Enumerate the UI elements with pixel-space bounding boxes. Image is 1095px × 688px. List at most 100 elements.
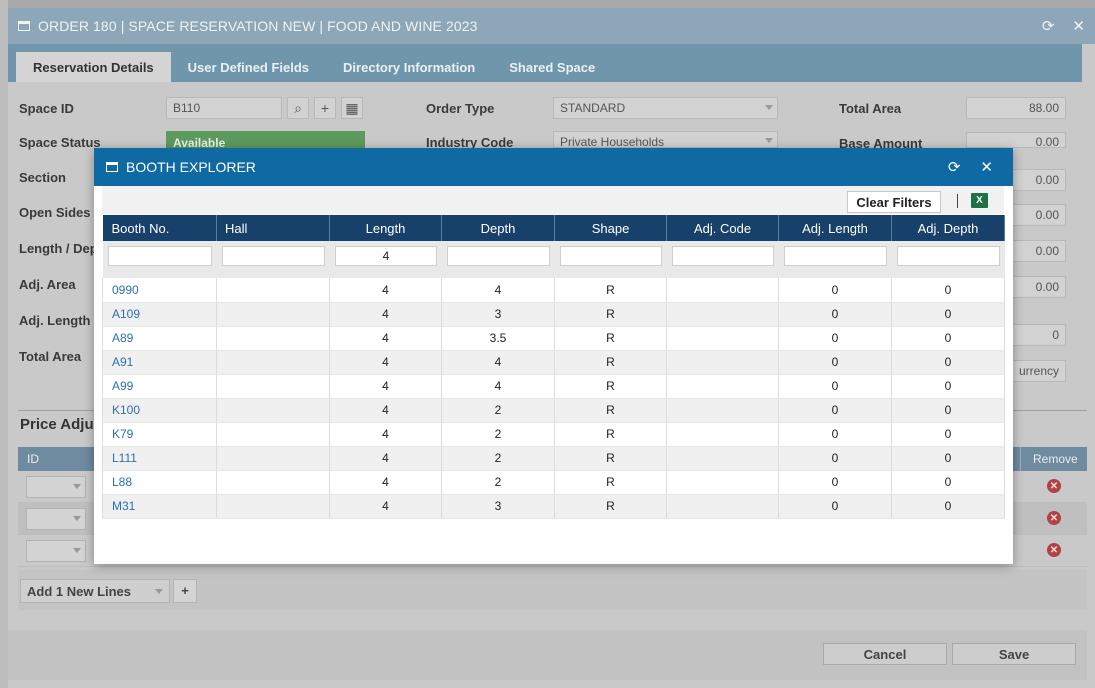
adj-depth-cell: 0 — [891, 422, 1005, 447]
tab-user-defined-fields[interactable]: User Defined Fields — [171, 52, 326, 82]
refresh-icon[interactable]: ⟳ — [1042, 17, 1055, 35]
shape-cell: R — [554, 374, 667, 399]
hall-cell — [216, 494, 330, 519]
booth-row[interactable]: A109 4 3 R 0 0 — [102, 302, 1005, 327]
total-area-field[interactable]: 88.00 — [966, 97, 1066, 119]
id-column-header: ID — [27, 452, 39, 466]
order-type-select[interactable]: STANDARD — [553, 97, 778, 119]
booth-row[interactable]: A89 4 3.5 R 0 0 — [102, 326, 1005, 351]
shape-cell: R — [554, 326, 667, 351]
space-id-field[interactable]: B110 — [166, 97, 282, 119]
booth-row[interactable]: A91 4 4 R 0 0 — [102, 350, 1005, 375]
booth-link[interactable]: M31 — [102, 494, 217, 519]
booth-link[interactable]: A99 — [102, 374, 217, 399]
booth-row[interactable]: M31 4 3 R 0 0 — [102, 494, 1005, 519]
right-value-field[interactable]: 0.00 — [1012, 169, 1066, 191]
grid-header-row: Booth No. Hall Length Depth Shape Adj. C… — [102, 215, 1005, 241]
industry-code-select[interactable]: Private Households — [553, 131, 778, 149]
booth-explorer-icon[interactable]: ▦ — [341, 97, 363, 119]
filter-input-hall[interactable] — [222, 246, 325, 266]
booth-link[interactable]: L111 — [102, 446, 217, 471]
close-icon[interactable]: ✕ — [980, 158, 993, 176]
booth-link[interactable]: L88 — [102, 470, 217, 495]
hall-cell — [216, 446, 330, 471]
window-icon — [106, 162, 118, 172]
booth-link[interactable]: K79 — [102, 422, 217, 447]
right-value-field[interactable]: 0.00 — [1012, 240, 1066, 262]
column-header-adj-code[interactable]: Adj. Code — [666, 215, 779, 241]
booth-row[interactable]: 0990 4 4 R 0 0 — [102, 278, 1005, 303]
currency-button[interactable]: urrency — [1012, 360, 1066, 382]
cancel-button[interactable]: Cancel — [823, 643, 947, 665]
add-lines-button[interactable]: + — [173, 579, 197, 603]
price-adjustments-title: Price Adju — [20, 416, 94, 433]
filter-input-adj-depth[interactable] — [897, 246, 1000, 266]
base-amount-field[interactable]: 0.00 — [966, 132, 1066, 149]
adjustment-select[interactable] — [26, 476, 86, 498]
clear-filters-button[interactable]: Clear Filters — [847, 191, 941, 213]
add-icon[interactable]: + — [314, 97, 336, 119]
column-header-depth[interactable]: Depth — [441, 215, 555, 241]
booth-link[interactable]: K100 — [102, 398, 217, 423]
adjustment-select[interactable] — [26, 540, 86, 562]
right-value-field[interactable]: 0.00 — [1012, 276, 1066, 298]
remove-column-header: Remove — [1033, 452, 1078, 466]
booth-row[interactable]: L111 4 2 R 0 0 — [102, 446, 1005, 471]
filter-row: 4 — [102, 241, 1005, 273]
hall-cell — [216, 326, 330, 351]
depth-cell: 2 — [441, 446, 555, 471]
close-icon[interactable]: ✕ — [1072, 17, 1085, 35]
booth-link[interactable]: A109 — [102, 302, 217, 327]
column-header-booth-no[interactable]: Booth No. — [102, 215, 217, 241]
remove-icon[interactable]: ✕ — [1047, 543, 1061, 557]
search-icon[interactable]: ⌕ — [287, 97, 309, 119]
right-value-field[interactable]: 0.00 — [1012, 204, 1066, 226]
booth-row[interactable]: K79 4 2 R 0 0 — [102, 422, 1005, 447]
adj-code-cell — [666, 278, 779, 303]
refresh-icon[interactable]: ⟳ — [948, 158, 961, 176]
tab-shared-space[interactable]: Shared Space — [492, 52, 612, 82]
booth-row[interactable]: K100 4 2 R 0 0 — [102, 398, 1005, 423]
adj-code-cell — [666, 326, 779, 351]
chevron-down-icon — [73, 548, 81, 553]
save-button[interactable]: Save — [952, 643, 1076, 665]
total-area-label: Total Area — [839, 101, 902, 116]
filter-input-booth-no[interactable] — [107, 246, 212, 266]
booth-link[interactable]: 0990 — [102, 278, 217, 303]
depth-cell: 4 — [441, 374, 555, 399]
adj-length-cell: 0 — [778, 422, 892, 447]
add-lines-label: Add 1 New Lines — [27, 584, 132, 599]
background-page-edge — [0, 0, 8, 688]
filter-input-adj-code[interactable] — [672, 246, 774, 266]
booth-explorer-header: BOOTH EXPLORER ⟳ ✕ — [94, 148, 1013, 186]
booth-row[interactable]: L88 4 2 R 0 0 — [102, 470, 1005, 495]
booth-link[interactable]: A89 — [102, 326, 217, 351]
excel-export-icon[interactable]: X — [971, 193, 988, 208]
filter-input-length[interactable]: 4 — [335, 246, 437, 266]
column-header-hall[interactable]: Hall — [216, 215, 330, 241]
filter-input-adj-length[interactable] — [784, 246, 887, 266]
tab-reservation-details[interactable]: Reservation Details — [16, 52, 171, 82]
adjustment-select[interactable] — [26, 508, 86, 530]
adj-code-cell — [666, 302, 779, 327]
filter-input-depth[interactable] — [447, 246, 550, 266]
filter-input-shape[interactable] — [560, 246, 662, 266]
column-header-length[interactable]: Length — [329, 215, 442, 241]
tab-directory-information[interactable]: Directory Information — [326, 52, 492, 82]
column-header-shape[interactable]: Shape — [554, 215, 667, 241]
shape-cell: R — [554, 302, 667, 327]
right-small-field[interactable]: 0 — [1012, 324, 1066, 346]
column-header-adj-depth[interactable]: Adj. Depth — [891, 215, 1005, 241]
remove-icon[interactable]: ✕ — [1047, 511, 1061, 525]
add-lines-select[interactable]: Add 1 New Lines — [20, 579, 170, 603]
booth-link[interactable]: A91 — [102, 350, 217, 375]
hall-cell — [216, 350, 330, 375]
adj-depth-cell: 0 — [891, 350, 1005, 375]
adj-depth-cell: 0 — [891, 374, 1005, 399]
remove-icon[interactable]: ✕ — [1047, 479, 1061, 493]
tab-bar: Reservation Details User Defined Fields … — [8, 44, 1082, 82]
adj-area-label: Adj. Area — [19, 277, 76, 292]
length-cell: 4 — [329, 326, 442, 351]
booth-row[interactable]: A99 4 4 R 0 0 — [102, 374, 1005, 399]
column-header-adj-length[interactable]: Adj. Length — [778, 215, 892, 241]
